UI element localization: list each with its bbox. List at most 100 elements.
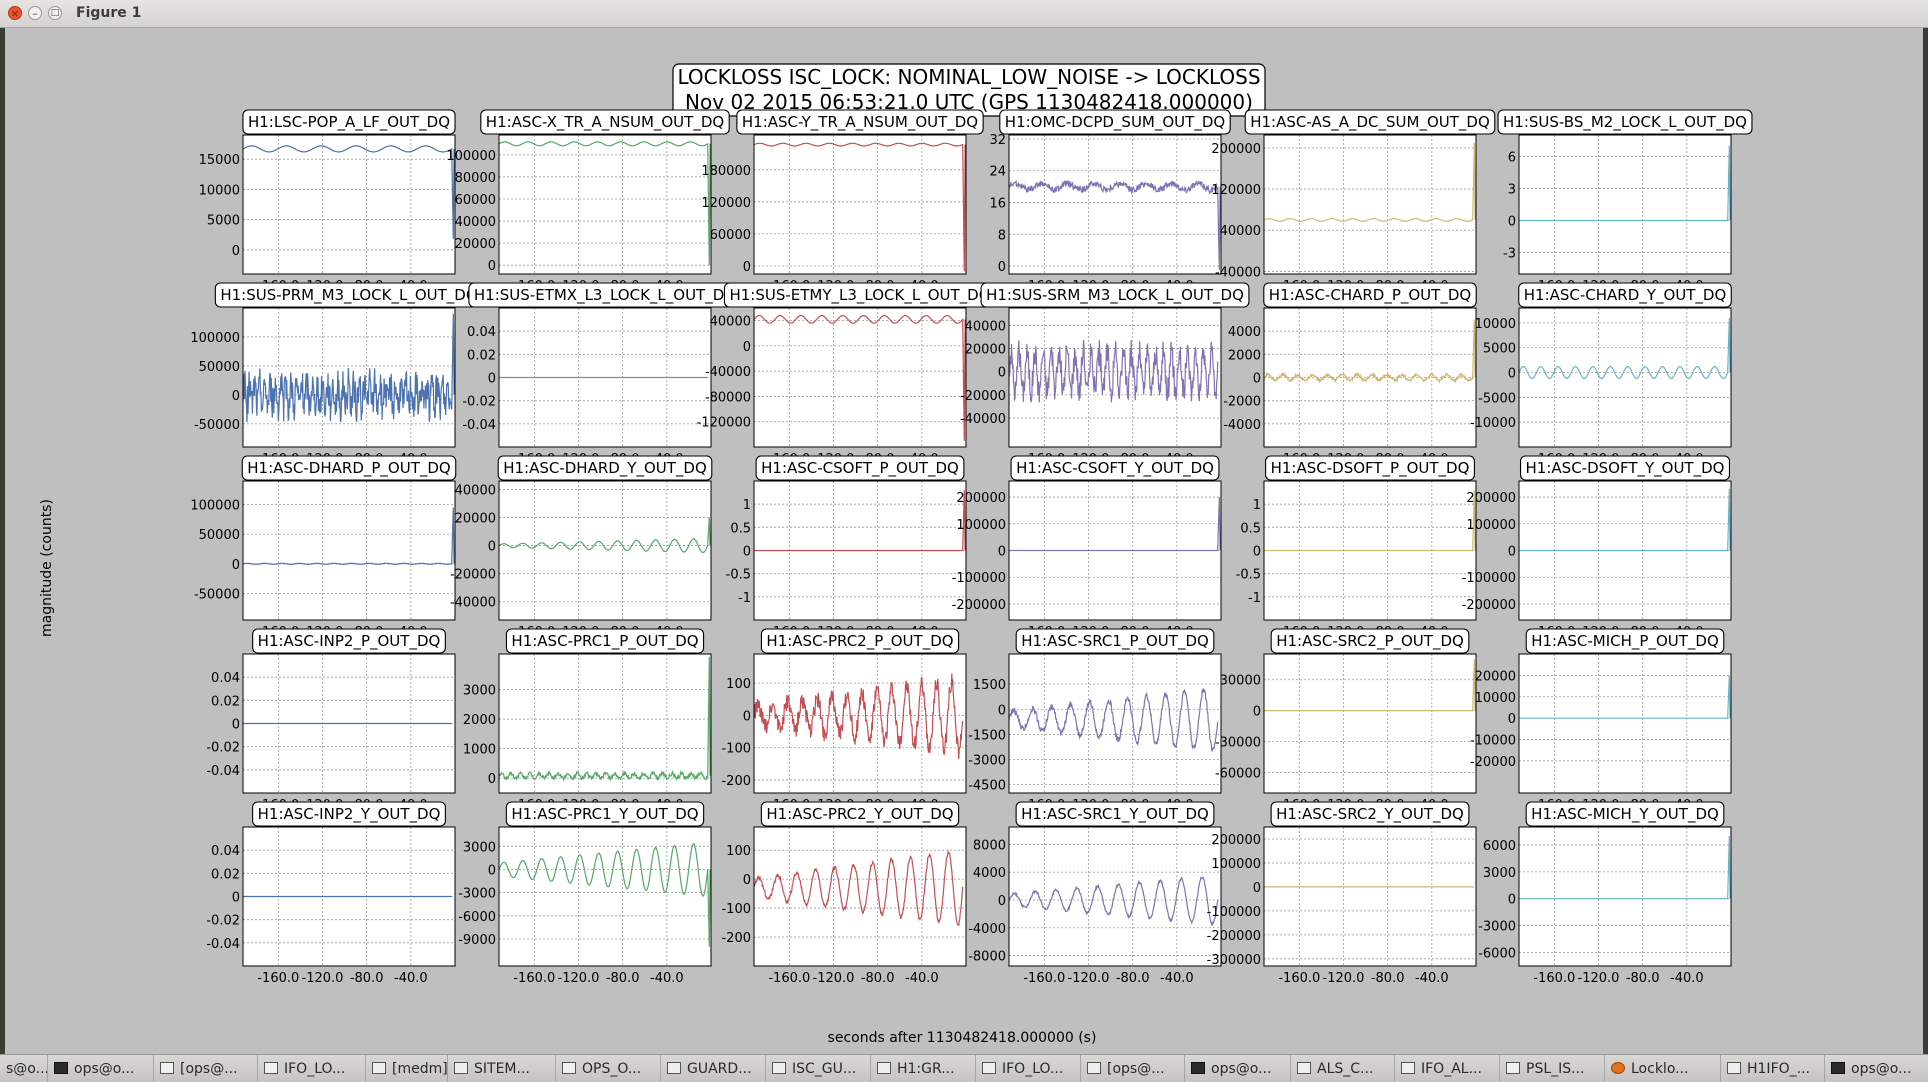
y-tick-label: 40000 [710,315,751,330]
y-tick-label: 0.04 [211,671,240,686]
y-tick-label: -0.02 [462,395,496,410]
y-tick-label: 0 [998,545,1006,560]
y-tick-label: 1500 [973,678,1006,693]
panel-title: H1:ASC-INP2_Y_OUT_DQ [258,805,441,824]
y-tick-label: 0 [232,718,240,733]
chart-panel: -160.0-120.0-80.0-40.0-40000-20000020000… [960,307,1222,467]
plot-area [243,135,455,274]
chart-panel: -160.0 -120.0 -80.0 -40.0 -8000 -4000 0 4000 800… [968,826,1222,986]
window-titlebar[interactable]: × – □ Figure 1 [0,0,1928,28]
taskbar-item[interactable]: [ops@... [154,1055,258,1082]
y-tick-label: 3000 [463,683,496,698]
y-tick-label: -20000 [960,389,1006,404]
panel-title: H1:ASC-PRC2_P_OUT_DQ [766,632,953,651]
y-tick-label: -100 [721,742,751,757]
plot-area [1264,827,1476,966]
y-tick-label: -0.02 [206,741,240,756]
y-tick-label: 0 [1508,215,1516,230]
chart-panel: -160.0-120.0-80.0-40.0-200000-1000000100… [952,480,1222,640]
taskbar-item[interactable]: s@o... [0,1055,48,1082]
y-tick-label: -200 [721,774,751,789]
taskbar-item[interactable]: IFO_LO... [258,1055,366,1082]
taskbar-item[interactable]: ALS_C... [1291,1055,1395,1082]
taskbar-item-label: GUARD... [687,1061,752,1077]
taskbar-item-label: Locklo... [1631,1061,1689,1077]
x-tick-label: -120.0 [302,971,344,986]
taskbar-item[interactable]: [ops@... [1081,1055,1185,1082]
taskbar-item-label: ALS_C... [1317,1061,1374,1077]
y-tick-label: -200000 [952,598,1006,613]
y-tick-label: 4000 [973,866,1006,881]
taskbar-item[interactable]: ops@o... [48,1055,154,1082]
taskbar-item[interactable]: OPS_O... [556,1055,661,1082]
terminal-icon [54,1062,68,1074]
taskbar-item[interactable]: ops@o... [1185,1055,1291,1082]
chart-panel: -160.0-120.0-80.0-40.0-0.04-0.0200.020.0… [462,307,712,467]
y-tick-label: 24 [989,165,1006,180]
y-tick-label: -0.04 [206,764,240,779]
panel-title: H1:SUS-PRM_M3_LOCK_L_OUT_DQ [220,286,477,305]
y-tick-label: -80000 [705,390,751,405]
y-tick-label: -5000 [1478,391,1516,406]
chart-panel: -160.0-120.0-80.0-40.0020000400006000080… [446,134,712,294]
plot-area [1009,135,1221,274]
taskbar-item[interactable]: H1IFO_... [1721,1055,1825,1082]
chart-panel: -160.0 -120.0 -80.0 -40.0 -300000 -200000 -100… [1207,826,1477,986]
y-tick-label: 3000 [463,840,496,855]
close-icon[interactable]: × [8,6,22,20]
panel-title: H1:ASC-PRC1_P_OUT_DQ [511,632,698,651]
taskbar-item[interactable]: GUARD... [661,1055,766,1082]
taskbar-item[interactable]: IFO_AL... [1395,1055,1500,1082]
y-tick-label: 40000 [1220,224,1261,239]
y-tick-label: 0 [743,873,751,888]
y-tick-label: -6000 [1478,947,1516,962]
y-tick-label: -1 [738,591,751,606]
taskbar-item[interactable]: Locklo... [1605,1055,1721,1082]
y-tick-label: 20000 [1475,669,1516,684]
x-tick-label: -120.0 [1323,971,1365,986]
taskbar-item[interactable]: IFO_LO... [976,1055,1081,1082]
y-tick-label: -3000 [1478,920,1516,935]
taskbar-item[interactable]: [medm] [366,1055,448,1082]
taskbar-item[interactable]: H1:GR... [871,1055,976,1082]
panel-title: H1:ASC-INP2_P_OUT_DQ [258,632,441,651]
x-tick-label: -80.0 [1626,971,1660,986]
y-tick-label: -200000 [1462,598,1516,613]
panel-title: H1:ASC-PRC2_Y_OUT_DQ [766,805,953,824]
panel-title: H1:ASC-AS_A_DC_SUM_OUT_DQ [1250,113,1490,132]
taskbar-item[interactable]: SITEM... [448,1055,556,1082]
firefox-icon [1611,1062,1625,1074]
plot-area [754,135,966,274]
y-tick-label: 0 [232,244,240,259]
chart-panel: -160.0-120.0-80.0-40.0060000120000180000 [701,134,967,294]
window-icon [264,1062,278,1074]
y-tick-label: 100000 [1466,518,1516,533]
window-icon [454,1062,468,1074]
x-tick-label: -120.0 [1578,971,1620,986]
y-tick-label: 0 [998,260,1006,275]
taskbar-item-label: H1IFO_... [1747,1061,1810,1077]
y-tick-label: 100000 [1211,857,1261,872]
taskbar-item[interactable]: ISC_GU... [766,1055,871,1082]
chart-panel: -160.0-120.0-80.0-40.0-40000400001200002… [1211,134,1477,294]
y-tick-label: 0 [743,340,751,355]
taskbar-item-label: PSL_IS... [1526,1061,1585,1077]
maximize-icon[interactable]: □ [48,6,62,20]
taskbar-item[interactable]: ops@o... [1825,1055,1928,1082]
minimize-icon[interactable]: – [28,6,42,20]
y-tick-label: 5000 [207,214,240,229]
plot-area [1519,135,1731,274]
y-tick-label: -4500 [968,779,1006,794]
taskbar-item[interactable]: PSL_IS... [1500,1055,1605,1082]
window-icon [982,1062,996,1074]
panel-title: H1:ASC-CSOFT_P_OUT_DQ [761,459,959,478]
terminal-icon [1831,1062,1845,1074]
plot-area [754,654,966,793]
panel-title: H1:ASC-MICH_Y_OUT_DQ [1531,805,1719,824]
y-tick-label: 0 [232,389,240,404]
y-tick-label: 6 [1508,150,1516,165]
panel-title: H1:ASC-SRC2_P_OUT_DQ [1276,632,1464,651]
y-tick-label: 120000 [1211,183,1261,198]
x-tick-label: -80.0 [861,971,895,986]
y-tick-label: 0 [998,703,1006,718]
